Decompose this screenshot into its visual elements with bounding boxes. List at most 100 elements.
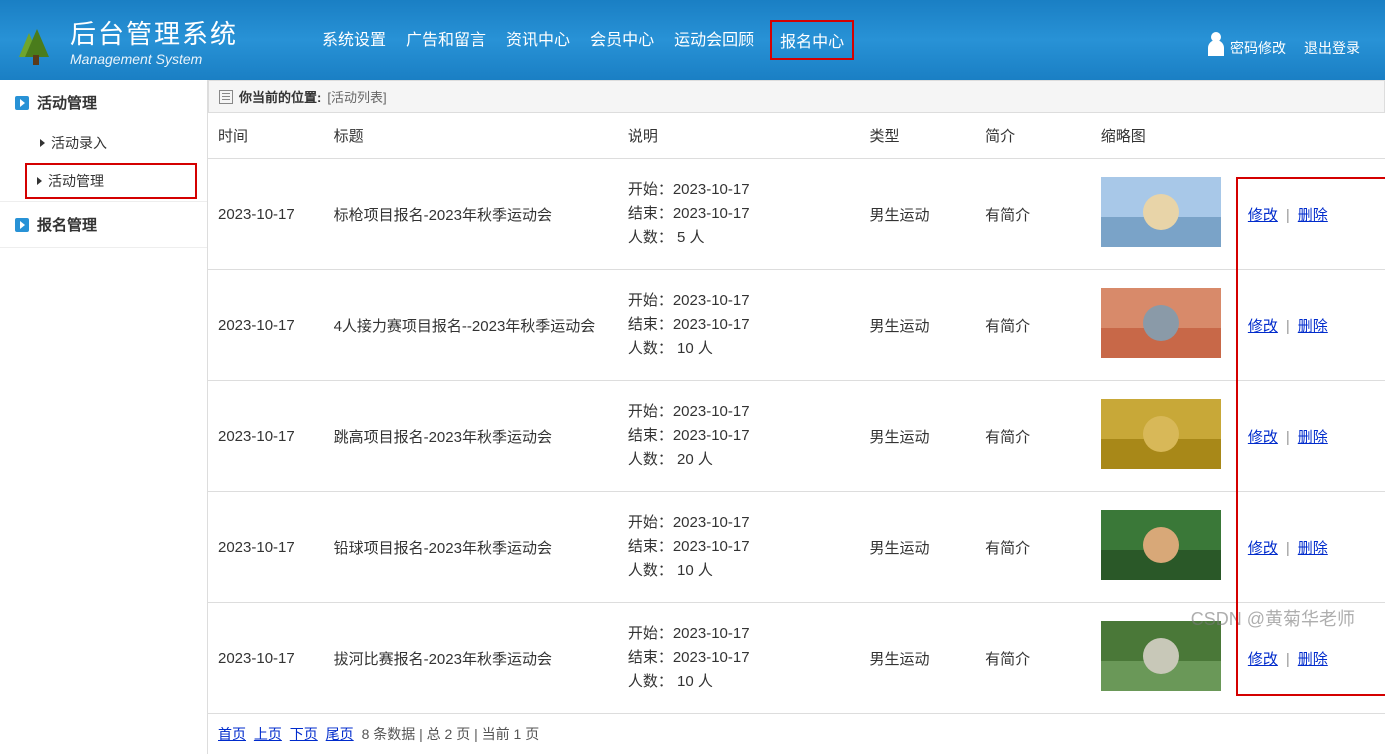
table-row: 2023-10-17标枪项目报名-2023年秋季运动会开始：2023-10-17… [208, 159, 1385, 270]
app-subtitle: Management System [70, 51, 238, 67]
separator: | [1286, 318, 1290, 335]
cell-thumb [1091, 492, 1238, 603]
delete-link[interactable]: 删除 [1298, 651, 1328, 668]
pager-next[interactable]: 下页 [290, 726, 318, 742]
sidebar-item-label: 活动管理 [48, 171, 104, 191]
cell-thumb [1091, 159, 1238, 270]
thumbnail-image [1101, 621, 1221, 691]
nav-item-5[interactable]: 报名中心 [770, 20, 854, 60]
breadcrumb: 你当前的位置: [活动列表] [208, 80, 1385, 113]
cell-type: 男生运动 [860, 381, 976, 492]
sidebar-section-1[interactable]: 报名管理 [0, 202, 207, 247]
sidebar-section-title: 报名管理 [37, 214, 97, 235]
delete-link[interactable]: 删除 [1298, 540, 1328, 557]
cell-date: 2023-10-17 [208, 270, 324, 381]
col-header-3: 类型 [860, 113, 976, 159]
app-title: 后台管理系统 [70, 14, 238, 51]
change-password-link[interactable]: 密码修改 [1208, 38, 1286, 58]
col-header-5: 缩略图 [1091, 113, 1238, 159]
thumbnail-image [1101, 288, 1221, 358]
pager-prev[interactable]: 上页 [254, 726, 282, 742]
cell-type: 男生运动 [860, 270, 976, 381]
cell-intro: 有简介 [975, 270, 1091, 381]
edit-link[interactable]: 修改 [1248, 318, 1278, 335]
nav-item-2[interactable]: 资讯中心 [502, 20, 574, 60]
cell-title: 铅球项目报名-2023年秋季运动会 [324, 492, 618, 603]
table-row: 2023-10-17铅球项目报名-2023年秋季运动会开始：2023-10-17… [208, 492, 1385, 603]
cell-title: 拔河比赛报名-2023年秋季运动会 [324, 603, 618, 714]
cell-desc: 开始：2023-10-17结束：2023-10-17人数： 10 人 [618, 603, 860, 714]
edit-link[interactable]: 修改 [1248, 651, 1278, 668]
pager-last[interactable]: 尾页 [326, 726, 354, 742]
header: 后台管理系统 Management System 系统设置广告和留言资讯中心会员… [0, 0, 1385, 80]
table-row: 2023-10-174人接力赛项目报名--2023年秋季运动会开始：2023-1… [208, 270, 1385, 381]
nav-item-3[interactable]: 会员中心 [586, 20, 658, 60]
thumbnail-image [1101, 177, 1221, 247]
sidebar-item-label: 活动录入 [51, 133, 107, 153]
arrow-icon [15, 96, 29, 110]
sidebar-section-0[interactable]: 活动管理 [0, 80, 207, 125]
cell-desc: 开始：2023-10-17结束：2023-10-17人数： 10 人 [618, 492, 860, 603]
delete-link[interactable]: 删除 [1298, 318, 1328, 335]
thumbnail-image [1101, 510, 1221, 580]
nav-item-4[interactable]: 运动会回顾 [670, 20, 758, 60]
main-content: 你当前的位置: [活动列表] 时间标题说明类型简介缩略图 2023-10-17标… [208, 80, 1385, 754]
cell-desc: 开始：2023-10-17结束：2023-10-17人数： 10 人 [618, 270, 860, 381]
cell-date: 2023-10-17 [208, 603, 324, 714]
triangle-icon [40, 139, 45, 147]
edit-link[interactable]: 修改 [1248, 207, 1278, 224]
cell-date: 2023-10-17 [208, 381, 324, 492]
logo-area: 后台管理系统 Management System [0, 14, 238, 67]
edit-link[interactable]: 修改 [1248, 540, 1278, 557]
pager-first[interactable]: 首页 [218, 726, 246, 742]
triangle-icon [37, 177, 42, 185]
cell-intro: 有简介 [975, 381, 1091, 492]
cell-thumb [1091, 270, 1238, 381]
cell-date: 2023-10-17 [208, 159, 324, 270]
cell-title: 4人接力赛项目报名--2023年秋季运动会 [324, 270, 618, 381]
user-icon [1208, 40, 1224, 56]
cell-thumb [1091, 381, 1238, 492]
top-nav: 系统设置广告和留言资讯中心会员中心运动会回顾报名中心 [318, 20, 854, 60]
col-header-2: 说明 [618, 113, 860, 159]
cell-intro: 有简介 [975, 492, 1091, 603]
breadcrumb-label: 你当前的位置: [239, 87, 321, 106]
cell-actions: 修改 | 删除 [1238, 159, 1385, 270]
edit-link[interactable]: 修改 [1248, 429, 1278, 446]
cell-type: 男生运动 [860, 492, 976, 603]
cell-desc: 开始：2023-10-17结束：2023-10-17人数： 5 人 [618, 159, 860, 270]
col-header-0: 时间 [208, 113, 324, 159]
separator: | [1286, 540, 1290, 557]
cell-title: 跳高项目报名-2023年秋季运动会 [324, 381, 618, 492]
delete-link[interactable]: 删除 [1298, 429, 1328, 446]
delete-link[interactable]: 删除 [1298, 207, 1328, 224]
cell-title: 标枪项目报名-2023年秋季运动会 [324, 159, 618, 270]
cell-type: 男生运动 [860, 603, 976, 714]
cell-actions: 修改 | 删除 [1238, 381, 1385, 492]
sidebar-item-0-0[interactable]: 活动录入 [0, 125, 207, 161]
nav-item-0[interactable]: 系统设置 [318, 20, 390, 60]
sidebar-item-0-1[interactable]: 活动管理 [25, 163, 197, 199]
sidebar-section-title: 活动管理 [37, 92, 97, 113]
cell-type: 男生运动 [860, 159, 976, 270]
logout-link[interactable]: 退出登录 [1304, 38, 1360, 58]
cell-actions: 修改 | 删除 [1238, 492, 1385, 603]
cell-date: 2023-10-17 [208, 492, 324, 603]
cell-desc: 开始：2023-10-17结束：2023-10-17人数： 20 人 [618, 381, 860, 492]
separator: | [1286, 651, 1290, 668]
pager: 首页 上页 下页 尾页 8 条数据 | 总 2 页 | 当前 1 页 [208, 714, 1385, 754]
logo-tree-icon [15, 15, 60, 65]
separator: | [1286, 429, 1290, 446]
list-icon [219, 90, 233, 104]
watermark: CSDN @黄菊华老师 [1191, 605, 1355, 631]
nav-item-1[interactable]: 广告和留言 [402, 20, 490, 60]
col-header-1: 标题 [324, 113, 618, 159]
cell-intro: 有简介 [975, 603, 1091, 714]
pager-info: 8 条数据 | 总 2 页 | 当前 1 页 [362, 726, 540, 742]
col-header-6 [1238, 113, 1385, 159]
separator: | [1286, 207, 1290, 224]
breadcrumb-location: [活动列表] [327, 87, 386, 106]
arrow-icon [15, 218, 29, 232]
cell-actions: 修改 | 删除 [1238, 270, 1385, 381]
header-right: 密码修改 退出登录 [1208, 38, 1360, 58]
